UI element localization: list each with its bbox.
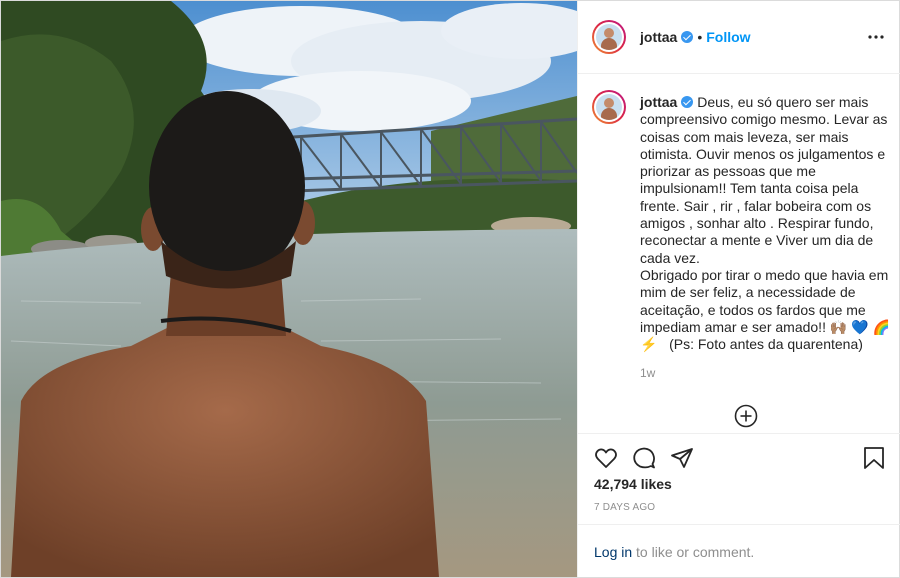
- more-options-icon[interactable]: [868, 29, 884, 45]
- login-prompt: Log in to like or comment.: [594, 544, 754, 560]
- post-side-panel: jottaa • Follow jottaa Deus, eu só quero s…: [577, 1, 900, 577]
- post-header: jottaa • Follow: [578, 1, 900, 74]
- caption-username-link[interactable]: jottaa: [640, 94, 677, 110]
- follow-button[interactable]: Follow: [706, 29, 750, 45]
- post-date[interactable]: 7 DAYS AGO: [594, 502, 655, 513]
- login-bar: Log in to like or comment.: [578, 524, 900, 578]
- caption-text-block: jottaa Deus, eu só quero ser mais compre…: [640, 94, 890, 353]
- paper-plane-icon[interactable]: [670, 446, 694, 470]
- instagram-post: jottaa • Follow jottaa Deus, eu só quero s…: [0, 0, 900, 578]
- caption-text: Deus, eu só quero ser mais compreensivo …: [640, 94, 890, 353]
- likes-count[interactable]: 42,794 likes: [594, 476, 672, 492]
- post-photo[interactable]: [1, 1, 577, 577]
- plus-circle-icon[interactable]: [734, 404, 758, 428]
- avatar[interactable]: [592, 20, 626, 54]
- post-actions: 42,794 likes 7 DAYS AGO: [578, 433, 900, 526]
- heart-icon[interactable]: [594, 446, 618, 470]
- verified-badge-icon: [681, 31, 694, 43]
- username-link[interactable]: jottaa: [640, 29, 677, 45]
- photo-illustration: [1, 1, 577, 577]
- header-user-line: jottaa • Follow: [640, 29, 751, 47]
- separator-dot: •: [697, 29, 703, 45]
- login-prompt-rest: to like or comment.: [632, 544, 755, 560]
- login-link[interactable]: Log in: [594, 544, 632, 560]
- caption-avatar[interactable]: [592, 90, 626, 124]
- comments-area: jottaa Deus, eu só quero ser mais compre…: [578, 74, 900, 432]
- bookmark-icon[interactable]: [862, 446, 886, 470]
- comment-icon[interactable]: [632, 446, 656, 470]
- caption-age[interactable]: 1w: [640, 366, 655, 380]
- verified-badge-icon: [681, 96, 694, 108]
